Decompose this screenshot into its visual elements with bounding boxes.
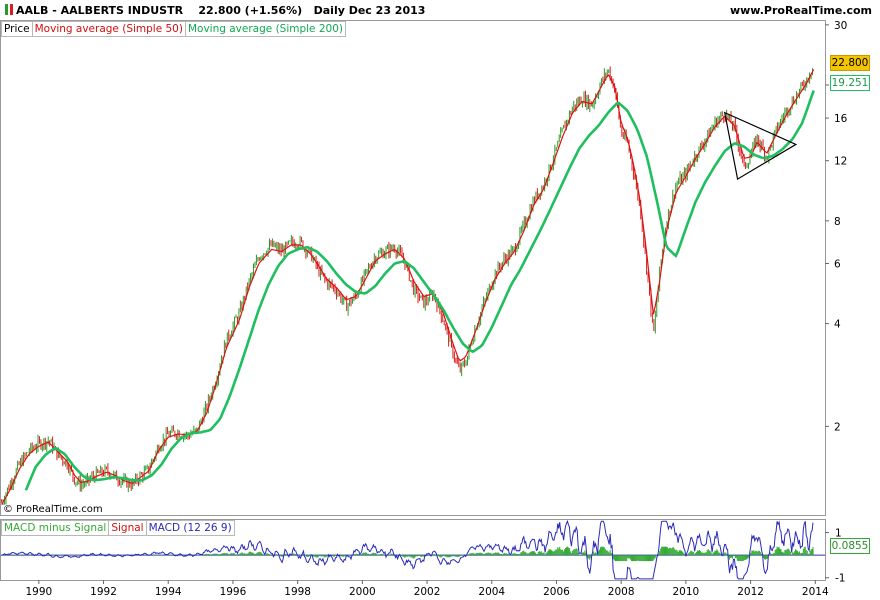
x-tick-label: 1994: [155, 586, 182, 598]
x-tick-label: 2004: [478, 586, 505, 598]
period-label: Daily Dec 23 2013: [313, 4, 426, 17]
macd-legend: MACD minus Signal Signal MACD (12 26 9): [1, 520, 235, 536]
x-tick-label: 2002: [414, 586, 441, 598]
legend-macd-signal[interactable]: Signal: [109, 521, 147, 535]
copyright-text: © ProRealTime.com: [3, 504, 103, 515]
x-tick-label: 2008: [608, 586, 635, 598]
price-pane: [1, 66, 815, 505]
y-tick-label: 6: [834, 258, 841, 270]
chart-canvas[interactable]: 3020161286421990199219941996199820002002…: [0, 0, 880, 600]
legend-macd-line[interactable]: MACD (12 26 9): [147, 521, 234, 535]
macd-value-tag: 0.0855: [830, 538, 870, 554]
last-price: 22.800 (+1.56%): [198, 4, 303, 17]
y-tick-label: 2: [834, 421, 841, 433]
x-tick-label: 2010: [673, 586, 700, 598]
chart-root: 3020161286421990199219941996199820002002…: [0, 0, 880, 600]
y-tick-label: 4: [834, 319, 841, 331]
macd-histogram: [1, 546, 814, 562]
price-legend: Price Moving average (Simple 50) Moving …: [1, 21, 346, 37]
brand-link[interactable]: www.ProRealTime.com: [730, 4, 872, 17]
x-tick-label: 2006: [543, 586, 570, 598]
y-tick-label: 12: [834, 156, 847, 168]
x-tick-label: 1998: [284, 586, 311, 598]
x-tick-label: 1992: [90, 586, 117, 598]
symbol-name: AALB - AALBERTS INDUSTR: [16, 4, 184, 17]
legend-price[interactable]: Price: [2, 22, 33, 36]
y-tick-label: 16: [834, 113, 848, 125]
y-tick-label: 8: [834, 216, 841, 228]
x-tick-label: 1990: [25, 586, 52, 598]
last-price-tag: 22.800: [830, 55, 870, 71]
ticker-header: AALB - AALBERTS INDUSTR 22.800 (+1.56%) …: [5, 4, 425, 17]
title-bar: AALB - AALBERTS INDUSTR 22.800 (+1.56%) …: [0, 0, 880, 20]
legend-ma50[interactable]: Moving average (Simple 50): [33, 22, 186, 36]
legend-ma200[interactable]: Moving average (Simple 200): [186, 22, 345, 36]
y-tick-label: 30: [834, 20, 847, 32]
x-tick-label: 1996: [220, 586, 247, 598]
ma200-price-tag: 19.251: [830, 75, 870, 91]
x-tick-label: 2014: [802, 586, 829, 598]
ma50-line: [1, 69, 815, 505]
axes: 3020161286421990199219941996199820002002…: [0, 20, 848, 598]
candlestick-icon: [5, 4, 13, 15]
legend-macd-hist[interactable]: MACD minus Signal: [2, 521, 110, 535]
macd-y-tick-label: -1: [835, 573, 845, 585]
x-tick-label: 2012: [737, 586, 764, 598]
price-bars: [1, 66, 814, 505]
x-tick-label: 2000: [349, 586, 376, 598]
